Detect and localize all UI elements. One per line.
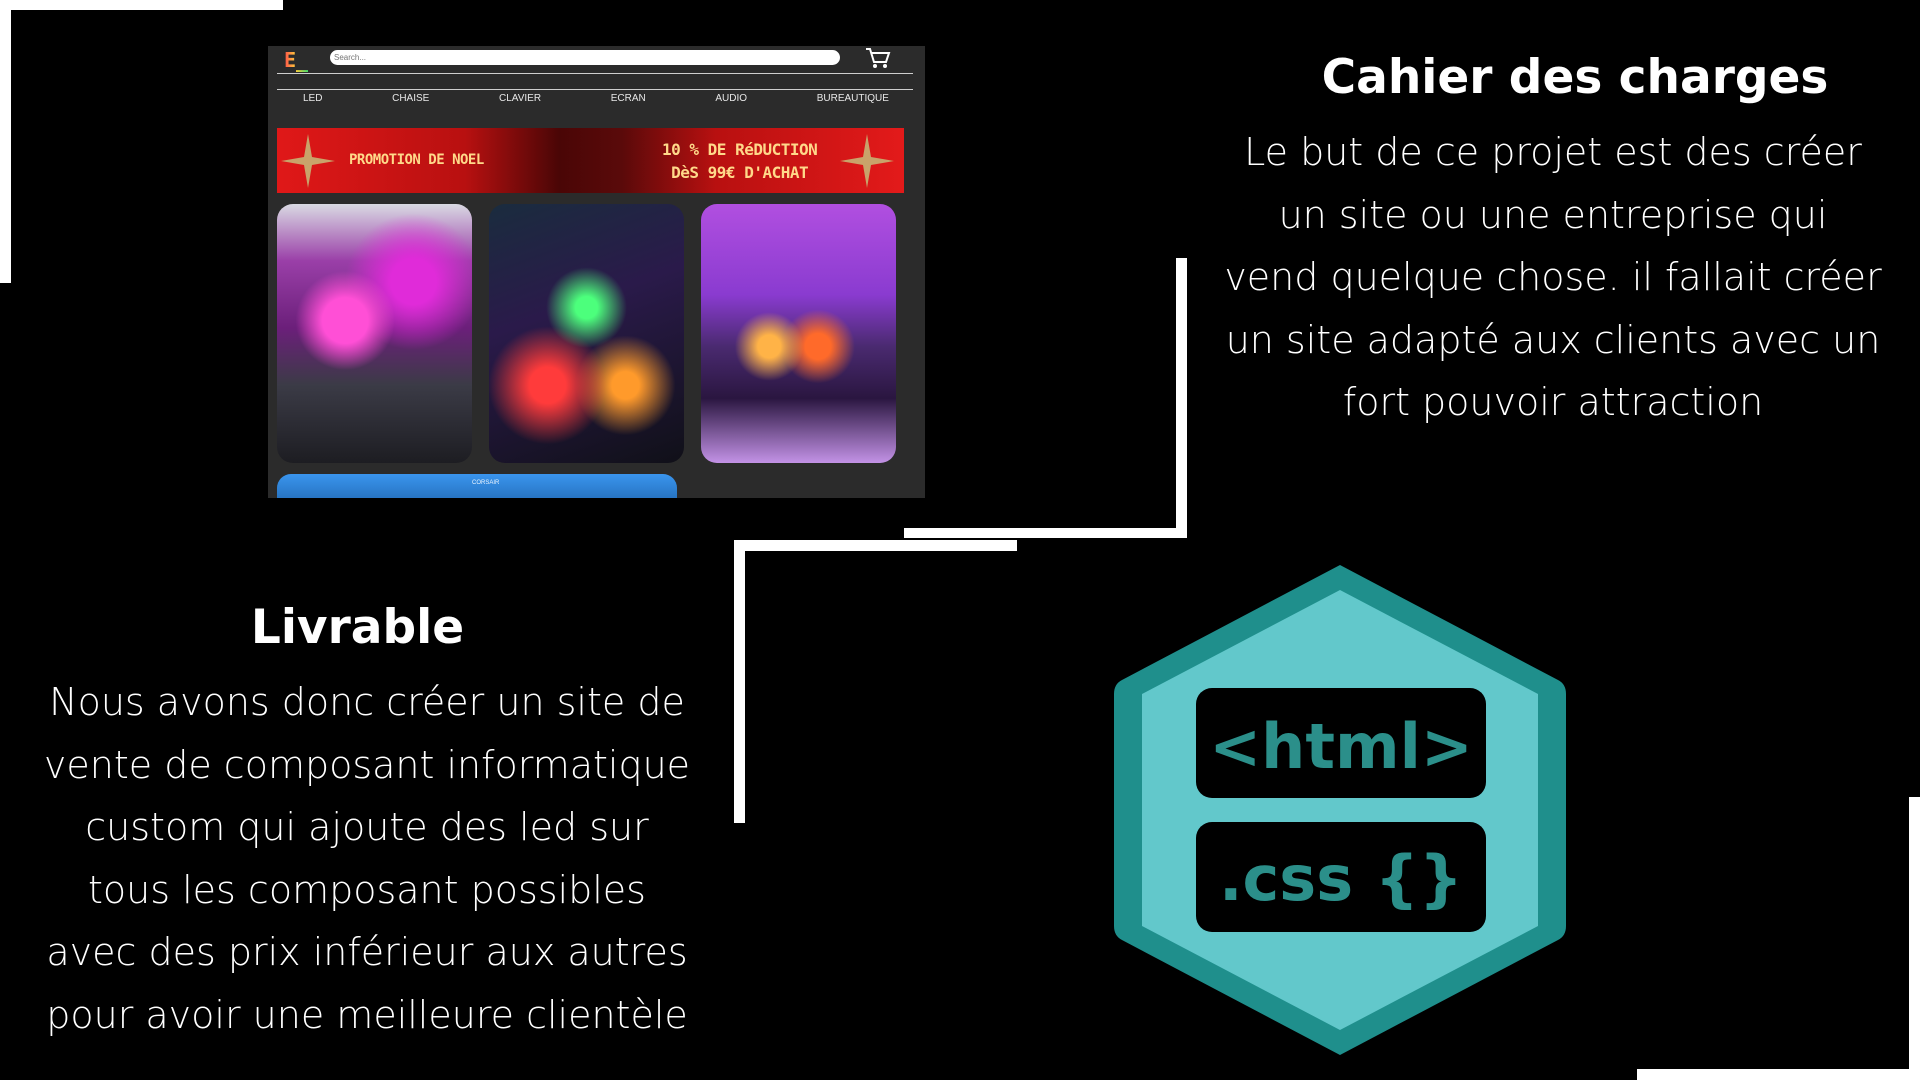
mockup-nav-chaise[interactable]: CHAISE [392,93,429,104]
mockup-logo: E_ [284,48,309,72]
mockup-nav-clavier[interactable]: CLAVIER [499,93,541,104]
star-icon [281,134,335,188]
product-image-pc-pink[interactable] [277,204,472,463]
livrable-line: custom qui ajoute des led sur [85,805,649,849]
banner-promo-text: PROMOTION DE NOEL [349,152,484,168]
website-mockup: E_ LED CHAISE CLAVIER ECRAN AUDIO BUREAU… [268,46,925,498]
livrable-title: Livrable [250,600,465,655]
keyboard-brand-text: CORSAIR [472,480,500,486]
badge-html-label: <html> [1209,710,1473,783]
livrable-line: vente de composant informatique [43,742,691,787]
cahier-text: Le but de ce projet est des créer un sit… [1186,121,1920,434]
banner-discount-line1: 10 % DE RéDUCTION [662,140,818,159]
connector-line-horizontal-lower [734,540,1017,551]
cahier-title: Cahier des charges [1321,50,1829,105]
mockup-nav-led[interactable]: LED [303,93,322,104]
product-image-gaming-setup[interactable] [701,204,896,463]
cahier-line: Le but de ce projet est des créer [1244,130,1862,174]
product-image-pc-rgb[interactable] [489,204,684,463]
banner-discount-text: 10 % DE RéDUCTION DèS 99€ D'ACHAT [662,138,818,184]
badge-css-label: .css {} [1219,842,1463,915]
livrable-line: Nous avons donc créer un site de [49,680,685,724]
cahier-line: un site ou une entreprise qui [1278,192,1828,237]
mockup-nav-audio[interactable]: AUDIO [715,93,747,104]
frame-line-bottom-right-vertical [1909,797,1920,1080]
cahier-line: fort pouvoir attraction [1342,380,1764,424]
product-image-keyboard[interactable]: CORSAIR [277,474,677,498]
connector-line-vertical-left [734,540,745,823]
livrable-line: pour avoir une meilleure clientèle [46,992,688,1037]
mockup-nav-rule-bottom [277,89,913,90]
frame-line-bottom-right-horizontal [1637,1069,1920,1080]
mockup-nav-ecran[interactable]: ECRAN [611,93,646,104]
cahier-line: un site adapté aux clients avec un [1225,317,1881,362]
mockup-nav-rule-top [277,73,913,74]
mockup-search-input[interactable] [330,50,840,65]
mockup-nav-bureautique[interactable]: BUREAUTIQUE [817,93,889,104]
connector-line-horizontal-upper [904,528,1187,538]
star-icon [840,134,894,188]
cahier-line: vend quelque chose. il fallait créer [1224,255,1882,299]
livrable-line: avec des prix inférieur aux autres [46,930,688,974]
banner-discount-line2: DèS 99€ D'ACHAT [671,163,809,182]
frame-line-left [0,0,11,283]
livrable-line: tous les composant possibles [88,867,646,912]
cart-icon[interactable] [864,46,892,72]
frame-line-top [0,0,283,10]
promo-banner[interactable]: PROMOTION DE NOEL 10 % DE RéDUCTION DèS … [277,128,904,193]
mockup-nav: LED CHAISE CLAVIER ECRAN AUDIO BUREAUTIQ… [278,93,914,104]
livrable-text: Nous avons donc créer un site de vente d… [0,671,734,1046]
html-css-badge-icon: <html> .css {} [1114,565,1566,1055]
